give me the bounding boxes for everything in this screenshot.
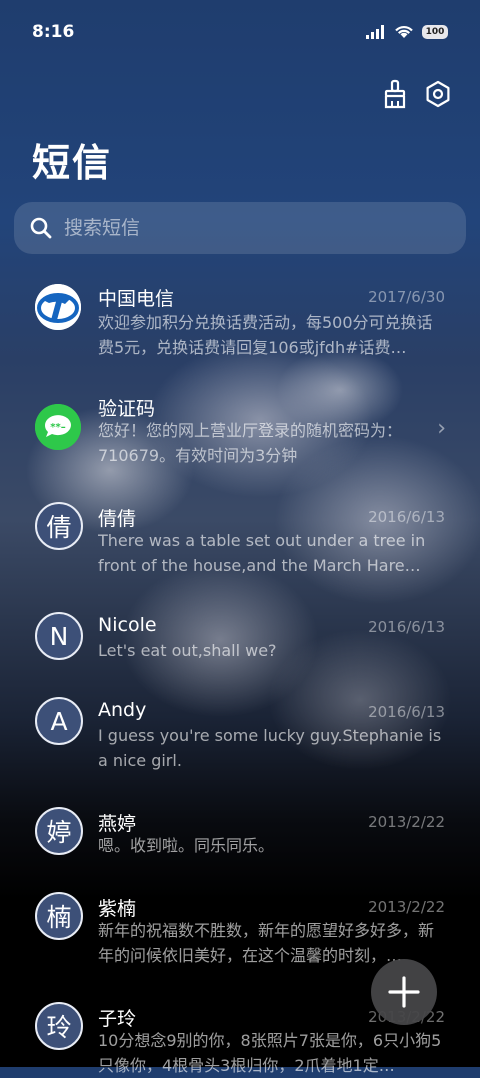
conversation-item[interactable]: N Nicole 2016/6/13 Let's eat out,shall w…: [0, 612, 480, 682]
battery-icon: 100: [422, 24, 448, 39]
conversation-name: Nicole: [98, 614, 157, 636]
signal-icon: [366, 24, 384, 39]
plus-icon: [388, 976, 420, 1008]
conversation-preview: 10分想念9别的你，8张照片7张是你，6只小狗5只像你，4根骨头3根归你，2爪着…: [98, 1031, 442, 1075]
verification-code-icon: **–: [35, 404, 81, 450]
compose-button[interactable]: [371, 959, 437, 1025]
conversation-preview: There was a table set out under a tree i…: [98, 531, 426, 575]
contact-avatar: A: [35, 697, 83, 745]
conversation-preview: I guess you're some lucky guy.Stephanie …: [98, 726, 442, 770]
conversation-name: 子玲: [98, 1008, 137, 1030]
contact-avatar: 倩: [35, 502, 83, 550]
conversation-name: 紫楠: [98, 898, 137, 920]
conversation-name: 倩倩: [98, 508, 137, 530]
conversation-item[interactable]: 倩 倩倩 2016/6/13 There was a table set out…: [0, 502, 480, 602]
contact-avatar: 楠: [35, 892, 83, 940]
contact-avatar: 婷: [35, 807, 83, 855]
conversation-item[interactable]: A Andy 2016/6/13 I guess you're some luc…: [0, 697, 480, 797]
conversation-date: 2016/6/13: [368, 618, 445, 636]
search-bar[interactable]: [14, 202, 466, 254]
search-input[interactable]: [62, 216, 446, 240]
contact-avatar: 玲: [35, 1002, 83, 1050]
battery-level: 100: [425, 26, 445, 37]
search-icon: [30, 217, 52, 239]
conversation-date: 2013/2/22: [368, 898, 445, 916]
status-icons: 100: [366, 24, 448, 39]
conversation-item[interactable]: 婷 燕婷 2013/2/22 嗯。收到啦。同乐同乐。: [0, 807, 480, 877]
conversation-item[interactable]: 中国电信 2017/6/30 欢迎参加积分兑换话费活动，每500分可兑换话费5元…: [0, 282, 480, 382]
conversation-date: 2016/6/13: [368, 508, 445, 526]
conversation-name: Andy: [98, 699, 147, 721]
status-time: 8:16: [32, 22, 75, 42]
conversation-date: 2016/6/13: [368, 703, 445, 721]
status-bar: 8:16 100: [0, 0, 480, 66]
conversation-name: 验证码: [98, 398, 156, 420]
conversation-item[interactable]: **– 验证码 › 您好！您的网上营业厅登录的随机密码为：710679。有效时间…: [0, 392, 480, 492]
settings-icon[interactable]: [422, 78, 454, 110]
conversation-name: 燕婷: [98, 813, 137, 835]
conversation-date: 2013/2/22: [368, 813, 445, 831]
conversation-preview: 欢迎参加积分兑换话费活动，每500分可兑换话费5元，兑换话费请回复106或jfd…: [98, 313, 433, 357]
conversation-preview: 您好！您的网上营业厅登录的随机密码为：710679。有效时间为3分钟: [98, 421, 403, 465]
conversation-date: 2017/6/30: [368, 288, 445, 306]
svg-text:**–: **–: [50, 422, 65, 433]
conversation-preview: 嗯。收到啦。同乐同乐。: [98, 836, 275, 855]
conversation-preview: Let's eat out,shall we?: [98, 641, 277, 660]
china-telecom-logo-icon: [35, 284, 81, 330]
contact-avatar: N: [35, 612, 83, 660]
clean-brush-icon[interactable]: [379, 78, 411, 110]
wifi-icon: [395, 26, 413, 38]
page-title: 短信: [32, 141, 113, 185]
conversation-name: 中国电信: [98, 288, 175, 310]
